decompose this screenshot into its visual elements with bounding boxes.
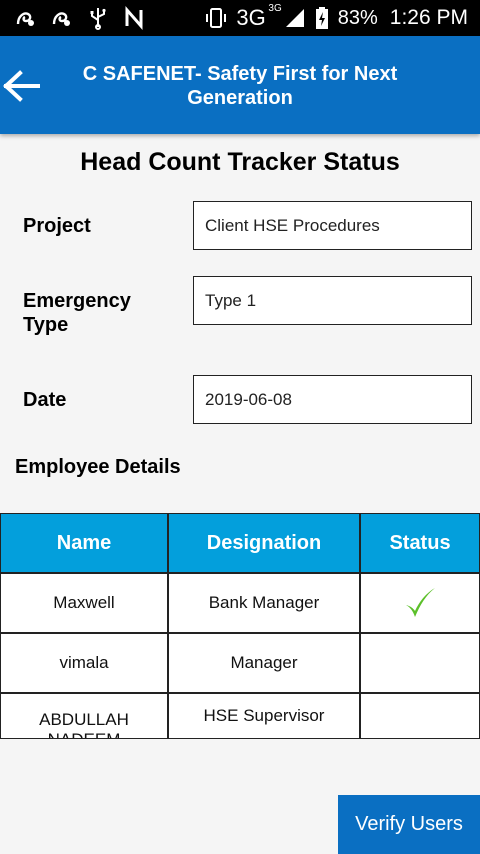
vibrate-icon — [206, 8, 227, 28]
uc-browser-icon — [16, 12, 34, 26]
employee-status[interactable] — [360, 573, 480, 633]
signal-icon — [285, 9, 304, 27]
project-field[interactable]: Client HSE Procedures — [193, 201, 472, 250]
column-header-name: Name — [0, 513, 168, 573]
employee-name: ABDULLAH NADEEM — [0, 693, 168, 739]
employee-name: vimala — [0, 633, 168, 693]
status-right: 3G 3G 83% 1:26 PM — [204, 3, 468, 31]
table-row[interactable]: ABDULLAH NADEEM HSE Supervisor — [0, 693, 480, 739]
employee-name: Maxwell — [0, 573, 168, 633]
page-title: Head Count Tracker Status — [80, 148, 400, 176]
project-label: Project — [23, 215, 91, 237]
employee-table: Name Designation Status Maxwell Bank Man… — [0, 513, 480, 739]
network-type: 3G 3G — [236, 3, 282, 30]
table-row[interactable]: vimala Manager — [0, 633, 480, 693]
date-field[interactable]: 2019-06-08 — [193, 375, 472, 424]
usb-icon — [90, 8, 106, 30]
status-bar: 3G 3G 83% 1:26 PM — [0, 0, 480, 36]
back-arrow-icon[interactable] — [2, 66, 42, 106]
emergency-type-field[interactable]: Type 1 — [193, 276, 472, 325]
employee-status[interactable] — [360, 633, 480, 693]
employee-details-label: Employee Details — [15, 456, 181, 478]
uc-browser-icon — [52, 12, 70, 26]
battery-charging-icon — [315, 7, 328, 29]
app-title: C SAFENET- Safety First for Next Generat… — [82, 63, 398, 109]
column-header-designation: Designation — [168, 513, 360, 573]
verify-users-button[interactable]: Verify Users — [338, 795, 480, 854]
app-bar: C SAFENET- Safety First for Next Generat… — [0, 36, 480, 134]
checkmark-icon — [406, 588, 435, 617]
date-label: Date — [23, 389, 67, 411]
nfc-n-icon — [125, 6, 143, 30]
employee-designation: Manager — [168, 633, 360, 693]
table-header-row: Name Designation Status — [0, 513, 480, 573]
clock: 1:26 PM — [389, 6, 468, 29]
employee-designation: Bank Manager — [168, 573, 360, 633]
battery-percent: 83% — [337, 6, 378, 29]
column-header-status: Status — [360, 513, 480, 573]
table-row[interactable]: Maxwell Bank Manager — [0, 573, 480, 633]
emergency-type-label: Emergency Type — [23, 290, 131, 336]
employee-status[interactable] — [360, 693, 480, 739]
notification-icons — [14, 6, 146, 30]
employee-designation: HSE Supervisor — [168, 693, 360, 739]
